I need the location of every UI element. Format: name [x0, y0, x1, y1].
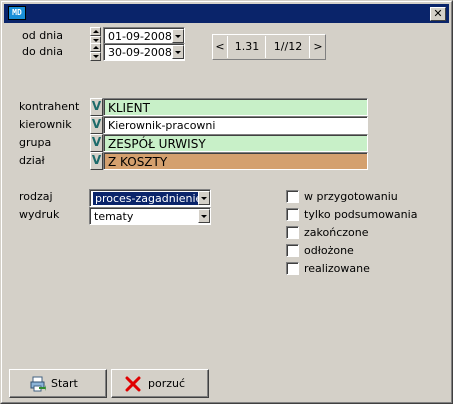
grupa-value: ZESPÓŁ URWISY: [104, 135, 367, 151]
nav-page: 1//12: [273, 40, 303, 53]
printer-icon: [30, 376, 46, 392]
filter-label-grupa: grupa: [19, 136, 52, 149]
cancel-button[interactable]: porzuć: [111, 369, 209, 398]
arrow-up-icon: [93, 30, 99, 33]
checkbox-w-przygotowaniu[interactable]: [286, 190, 299, 203]
date-to-dropdown-button[interactable]: [172, 45, 184, 59]
select-grupa-button[interactable]: V: [90, 134, 103, 152]
arrow-down-icon: [93, 55, 99, 58]
close-button[interactable]: ✕: [430, 7, 446, 21]
rodzaj-select[interactable]: proces-zagadnienie: [89, 189, 211, 207]
select-kierownik-button[interactable]: V: [90, 116, 103, 134]
report-dialog: MD ✕ od dnia 01-09-2008 do dnia 30-09-20…: [0, 0, 453, 404]
wydruk-dropdown-button[interactable]: [198, 209, 210, 223]
checkbox-label-odlozone: odłożone: [304, 244, 354, 257]
checkbox-tylko-podsumowania[interactable]: [286, 208, 299, 221]
select-dzial-button[interactable]: V: [90, 152, 103, 170]
grupa-field[interactable]: ZESPÓŁ URWISY: [103, 134, 368, 152]
filter-label-kierownik: kierownik: [19, 118, 72, 131]
checkbox-label-realizowane: realizowane: [304, 262, 370, 275]
date-to-field[interactable]: 30-09-2008: [103, 43, 185, 61]
date-from-up-button[interactable]: [90, 27, 101, 36]
checkbox-label-zakonczone: zakończone: [304, 226, 369, 239]
filter-label-kontrahent: kontrahent: [19, 100, 80, 113]
dzial-value: Z KOSZTY: [104, 153, 367, 169]
chevron-down-icon: [201, 215, 207, 218]
kontrahent-value: KLIENT: [104, 99, 367, 115]
rodzaj-select-value: proces-zagadnienie: [93, 192, 205, 205]
checkbox-realizowane[interactable]: [286, 262, 299, 275]
dzial-field[interactable]: Z KOSZTY: [103, 152, 368, 170]
wydruk-label: wydruk: [19, 208, 60, 221]
kierownik-field[interactable]: Kierownik-pracowni: [103, 116, 368, 134]
arrow-down-icon: [93, 39, 99, 42]
date-to-spinner[interactable]: [90, 43, 101, 61]
cancel-button-label: porzuć: [148, 377, 186, 390]
nav-next-button[interactable]: >: [311, 35, 325, 59]
rodzaj-label: rodzaj: [19, 190, 53, 203]
date-from-dropdown-button[interactable]: [172, 29, 184, 43]
checkbox-zakonczone[interactable]: [286, 226, 299, 239]
wydruk-select[interactable]: tematy: [89, 207, 211, 225]
kontrahent-field[interactable]: KLIENT: [103, 98, 368, 116]
date-to-label: do dnia: [22, 45, 63, 58]
start-button-label: Start: [51, 377, 78, 390]
date-from-label: od dnia: [22, 29, 63, 42]
start-button[interactable]: Start: [9, 369, 107, 398]
nav-position: 1.31: [234, 40, 260, 53]
date-to-up-button[interactable]: [90, 43, 101, 52]
chevron-down-icon: [175, 51, 181, 54]
app-icon: MD: [8, 6, 26, 20]
wydruk-select-value: tematy: [90, 208, 210, 224]
filter-label-dzial: dział: [19, 154, 45, 167]
checkbox-odlozone[interactable]: [286, 244, 299, 257]
nav-separator: [227, 36, 228, 58]
checkbox-label-tylko-podsumowania: tylko podsumowania: [304, 208, 418, 221]
record-navigator: < 1.31 1//12 >: [212, 34, 326, 60]
nav-separator: [265, 36, 266, 58]
nav-separator: [309, 36, 310, 58]
chevron-down-icon: [175, 35, 181, 38]
rodzaj-select-inner: proces-zagadnienie: [90, 190, 210, 206]
arrow-up-icon: [93, 46, 99, 49]
kierownik-value: Kierownik-pracowni: [104, 117, 367, 133]
checkbox-label-w-przygotowaniu: w przygotowaniu: [304, 190, 398, 203]
nav-prev-button[interactable]: <: [213, 35, 227, 59]
chevron-down-icon: [201, 197, 207, 200]
date-to-down-button[interactable]: [90, 52, 101, 61]
title-bar[interactable]: MD ✕: [4, 4, 449, 23]
rodzaj-dropdown-button[interactable]: [198, 191, 210, 205]
close-icon: [125, 376, 141, 392]
select-kontrahent-button[interactable]: V: [90, 98, 103, 116]
